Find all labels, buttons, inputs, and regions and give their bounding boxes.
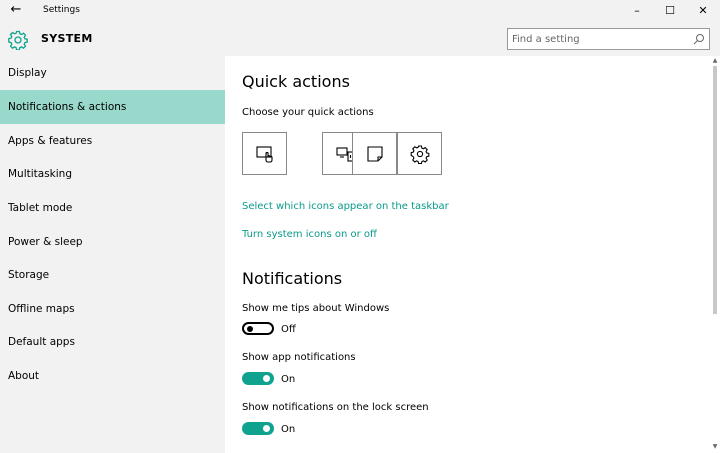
search-input[interactable] [512,31,687,47]
quick-action-tile-settings[interactable] [397,132,442,175]
search-box [507,28,710,50]
app-notifications-state: On [281,374,296,385]
tips-toggle-state: Off [281,324,296,335]
tips-toggle[interactable] [242,322,274,335]
search-icon[interactable] [693,33,705,45]
scroll-up-arrow-icon[interactable]: ▲ [711,57,719,65]
back-button[interactable]: ← [8,2,24,18]
vertical-scrollbar[interactable]: ▲ ▼ [710,56,720,453]
tips-setting-label: Show me tips about Windows [242,303,390,314]
minimize-button[interactable]: – [620,0,654,22]
sidebar-item-display[interactable]: Display [0,56,225,90]
quick-action-tile-note[interactable] [352,132,397,175]
quick-action-tile-tablet-mode[interactable] [242,132,287,175]
sidebar-item-storage[interactable]: Storage [0,258,225,292]
scroll-thumb[interactable] [713,66,717,314]
sidebar-item-tablet-mode[interactable]: Tablet mode [0,191,225,225]
taskbar-icons-link[interactable]: Select which icons appear on the taskbar [242,201,449,212]
app-notifications-toggle[interactable] [242,372,274,385]
sidebar-item-offline-maps[interactable]: Offline maps [0,292,225,326]
lock-screen-notifications-toggle[interactable] [242,422,274,435]
scroll-down-arrow-icon[interactable]: ▼ [711,443,719,451]
notifications-title: Notifications [242,269,343,288]
sidebar-item-power-sleep[interactable]: Power & sleep [0,225,225,259]
window-title: Settings [43,5,80,15]
main-content: Quick actions Choose your quick actions [225,56,710,453]
settings-header: SYSTEM [0,22,720,56]
quick-actions-title: Quick actions [242,72,350,91]
lock-screen-notifications-state: On [281,424,296,435]
gear-icon [8,30,28,51]
quick-actions-subtitle: Choose your quick actions [242,107,374,118]
title-bar: ← Settings – ☐ ✕ [0,0,720,22]
sidebar-item-multitasking[interactable]: Multitasking [0,157,225,191]
system-icons-link[interactable]: Turn system icons on or off [242,229,377,240]
toggle-knob [247,325,253,332]
sidebar-item-default-apps[interactable]: Default apps [0,325,225,359]
maximize-button[interactable]: ☐ [653,0,687,22]
toggle-knob [263,375,270,382]
close-button[interactable]: ✕ [686,0,720,22]
app-notifications-label: Show app notifications [242,352,356,363]
page-title: SYSTEM [41,32,93,45]
sidebar-item-apps-features[interactable]: Apps & features [0,124,225,158]
sidebar-item-notifications-actions[interactable]: Notifications & actions [0,90,225,124]
lock-screen-notifications-label: Show notifications on the lock screen [242,402,429,413]
sidebar: Display Notifications & actions Apps & f… [0,56,225,453]
toggle-knob [263,425,270,432]
sidebar-item-about[interactable]: About [0,359,225,393]
